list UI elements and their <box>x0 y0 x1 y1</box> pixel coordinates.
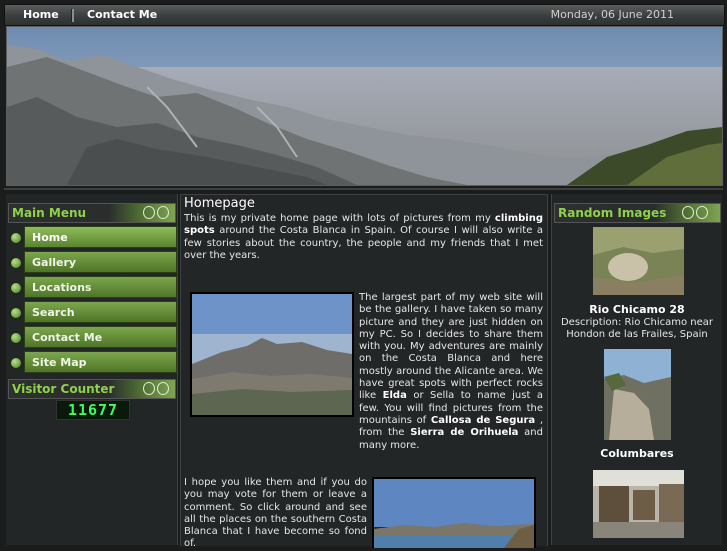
random-image-2-caption: Columbares <box>552 448 722 461</box>
leaf-icon <box>157 206 169 219</box>
gallery-paragraph: The largest part of my web site will be … <box>359 292 544 451</box>
intro-paragraph: This is my private home page with lots o… <box>184 213 543 261</box>
bullet-icon <box>10 332 22 344</box>
random-image-1-title: Rio Chicamo 28 <box>589 303 685 316</box>
right-sidebar: Random Images Rio Chicamo 28 Description… <box>551 194 722 545</box>
page-title: Homepage <box>184 196 255 211</box>
visitor-counter-header: Visitor Counter <box>8 379 176 399</box>
random-image-1-description: Description: Rio Chicamo near Hondon de … <box>560 317 714 340</box>
random-image-1-caption: Rio Chicamo 28 Description: Rio Chicamo … <box>552 304 722 341</box>
menu-item-search[interactable]: Search <box>7 301 177 323</box>
random-image-2[interactable] <box>604 349 671 440</box>
leaf-icon <box>157 382 169 395</box>
menu-item-label[interactable]: Search <box>24 301 177 323</box>
menu-item-gallery[interactable]: Gallery <box>7 251 177 273</box>
left-sidebar: Main Menu Home Gallery Locations Search … <box>6 194 178 545</box>
random-images-title: Random Images <box>558 206 667 220</box>
landscape-photo[interactable] <box>190 292 354 417</box>
main-content: Homepage This is my private home page wi… <box>180 194 548 549</box>
leaf-icon <box>696 206 708 219</box>
menu-item-label[interactable]: Locations <box>24 276 177 298</box>
nav-contact-link[interactable]: Contact Me <box>87 5 157 25</box>
header-divider <box>4 188 723 190</box>
nav-home-link[interactable]: Home <box>23 5 59 25</box>
menu-item-label[interactable]: Site Map <box>24 351 177 373</box>
leaf-icon <box>143 206 155 219</box>
random-image-3[interactable] <box>593 470 684 538</box>
main-menu-title: Main Menu <box>12 206 87 220</box>
current-date: Monday, 06 June 2011 <box>550 8 674 21</box>
header-banner-image <box>6 26 723 186</box>
bullet-icon <box>10 357 22 369</box>
closing-paragraph: I hope you like them and if you do you m… <box>184 477 367 550</box>
random-images-header: Random Images <box>554 203 721 223</box>
visitor-counter-title: Visitor Counter <box>12 382 115 396</box>
menu-item-home[interactable]: Home <box>7 226 177 248</box>
menu-item-contact[interactable]: Contact Me <box>7 326 177 348</box>
menu-item-locations[interactable]: Locations <box>7 276 177 298</box>
top-nav-bar: Home Contact Me Monday, 06 June 2011 <box>4 4 725 26</box>
main-menu-header: Main Menu <box>8 203 176 223</box>
menu-item-label[interactable]: Gallery <box>24 251 177 273</box>
random-image-2-title: Columbares <box>600 447 674 460</box>
lake-photo[interactable] <box>372 477 536 548</box>
main-menu-list: Home Gallery Locations Search Contact Me… <box>7 223 177 376</box>
menu-item-sitemap[interactable]: Site Map <box>7 351 177 373</box>
bullet-icon <box>10 307 22 319</box>
random-image-1[interactable] <box>593 227 684 295</box>
bullet-icon <box>10 232 22 244</box>
menu-item-label[interactable]: Home <box>24 226 177 248</box>
nav-separator <box>71 9 74 22</box>
visitor-counter-display: 11677 <box>56 400 130 420</box>
leaf-icon <box>143 382 155 395</box>
bullet-icon <box>10 282 22 294</box>
bullet-icon <box>10 257 22 269</box>
menu-item-label[interactable]: Contact Me <box>24 326 177 348</box>
leaf-icon <box>682 206 694 219</box>
